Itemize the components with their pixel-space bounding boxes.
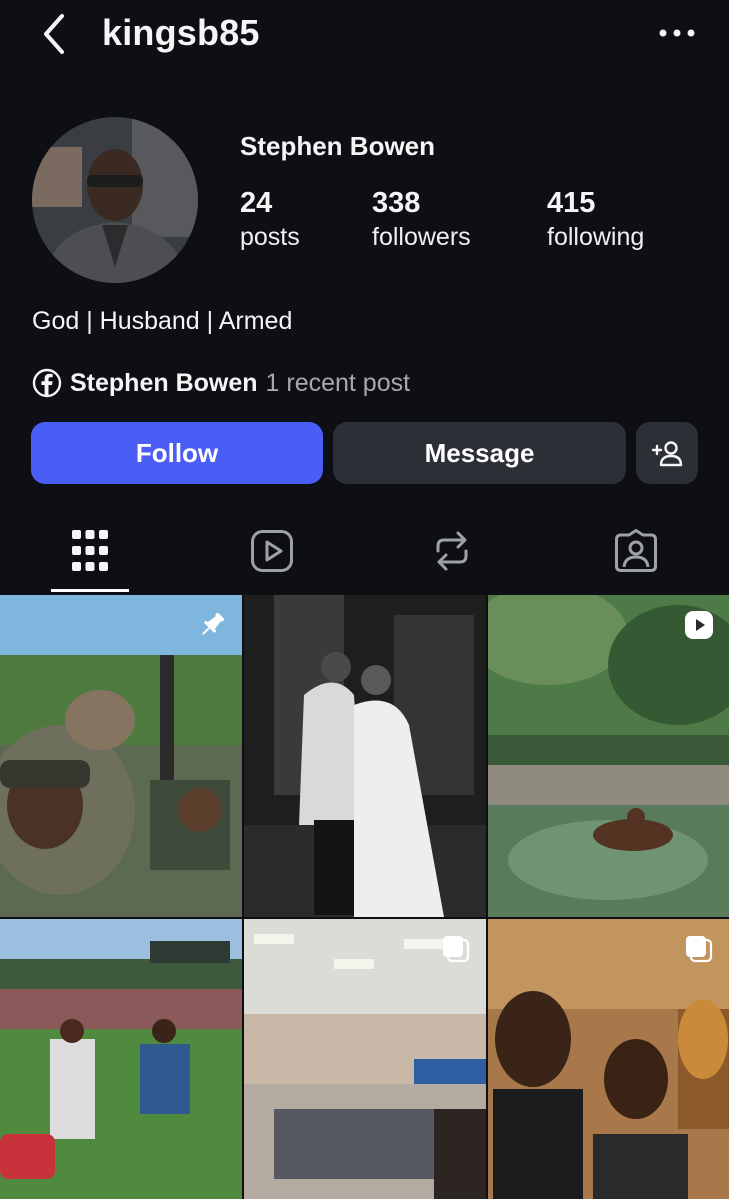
posts-stat[interactable]: 24 posts [240,186,300,254]
following-label: following [547,223,645,251]
facebook-recent-posts: 1 recent post [265,368,411,397]
selected-tab-indicator [51,589,129,592]
followers-stat[interactable]: 338 followers [372,186,471,254]
more-horizontal-icon[interactable] [655,18,699,48]
followers-label: followers [372,223,471,251]
avatar[interactable] [32,117,198,283]
tab-reels[interactable] [232,515,312,587]
carousel-icon [686,936,713,963]
facebook-icon [32,368,62,398]
chevron-left-icon[interactable] [36,12,72,56]
top-bar: kingsb85 [0,0,729,70]
profile-tabs [0,515,729,593]
profile-username: kingsb85 [102,12,260,53]
grid-post[interactable] [0,919,242,1199]
repost-icon [436,531,468,571]
add-user-icon [651,441,683,467]
post-image [488,595,729,917]
posts-grid [0,595,729,1199]
posts-label: posts [240,223,300,251]
tagged-icon [615,529,657,572]
message-button[interactable]: Message [333,422,626,484]
grid-post[interactable] [488,595,729,917]
tab-reposts[interactable] [412,515,492,587]
grid-post[interactable] [244,595,486,917]
tab-posts[interactable] [50,515,130,587]
follow-button[interactable]: Follow [31,422,323,484]
reels-icon [251,530,293,572]
followers-count: 338 [372,187,421,219]
grid-icon [72,530,108,571]
tab-tagged[interactable] [596,515,676,587]
facebook-name: Stephen Bowen [70,368,258,397]
profile-bio: God | Husband | Armed [32,307,293,335]
pin-icon [202,612,225,635]
profile-full-name: Stephen Bowen [240,131,436,161]
following-stat[interactable]: 415 following [547,186,644,254]
grid-post[interactable] [244,919,486,1199]
post-image [0,919,242,1199]
posts-count: 24 [240,187,273,219]
add-user-button[interactable] [636,422,698,484]
post-image [244,595,486,917]
grid-post[interactable] [0,595,242,917]
grid-post[interactable] [488,919,729,1199]
post-image [0,595,242,917]
carousel-icon [443,936,470,963]
reel-icon [685,611,713,639]
facebook-link[interactable]: Stephen Bowen 1 recent post [32,366,410,400]
following-count: 415 [547,187,596,219]
